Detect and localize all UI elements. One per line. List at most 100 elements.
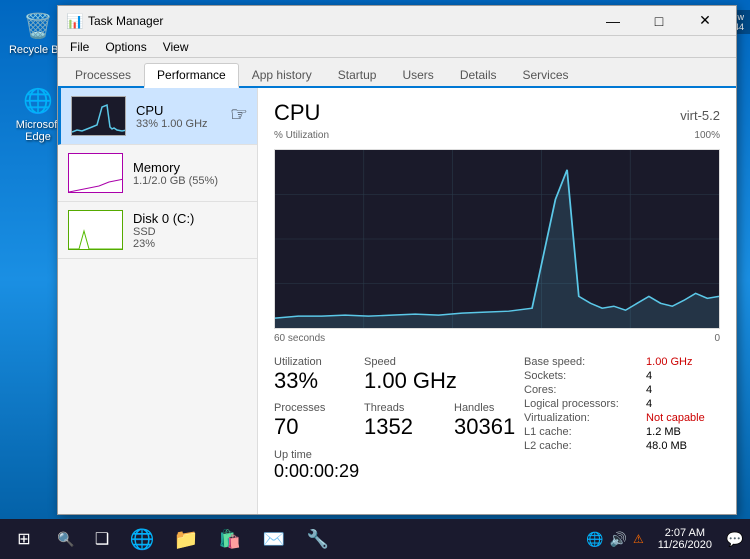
chart-100-label: 100% xyxy=(694,130,720,141)
chart-top-labels: % Utilization 100% xyxy=(274,130,720,141)
l2-val: 48.0 MB xyxy=(646,440,720,452)
cpu-name: CPU xyxy=(136,103,247,118)
sockets-val: 4 xyxy=(646,370,720,382)
task-manager-window: 📊 Task Manager — □ ✕ File Options View P… xyxy=(57,5,737,515)
logical-key: Logical processors: xyxy=(524,398,634,410)
disk-detail: SSD 23% xyxy=(133,226,247,250)
system-tray: 🌐 🔊 ⚠ xyxy=(584,519,650,559)
uptime-stat: Up time 0:00:00:29 xyxy=(274,449,359,483)
taskbar: ⊞ 🔍 ❑ 🌐 📁 🛍️ ✉️ 🔧 🌐 🔊 ⚠ 2:07 AM 11/26/20… xyxy=(0,519,750,559)
stats-section: Utilization 33% Speed 1.00 GHz Processes… xyxy=(274,356,720,490)
tab-performance[interactable]: Performance xyxy=(144,63,239,88)
zero-label: 0 xyxy=(714,333,720,344)
threads-stat: Threads 1352 xyxy=(364,402,434,440)
menu-options[interactable]: Options xyxy=(97,38,154,56)
cpu-sidebar-item[interactable]: CPU 33% 1.00 GHz xyxy=(58,88,257,145)
info-table: Base speed: 1.00 GHz Sockets: 4 Cores: 4… xyxy=(524,356,720,452)
cpu-panel-header: CPU virt-5.2 xyxy=(274,100,720,126)
uptime-stat-value: 0:00:00:29 xyxy=(274,461,359,483)
handles-stat: Handles 30361 xyxy=(454,402,524,440)
close-button[interactable]: ✕ xyxy=(682,6,728,36)
memory-thumbnail xyxy=(68,153,123,193)
clock-date: 11/26/2020 xyxy=(658,539,712,551)
memory-name: Memory xyxy=(133,160,247,175)
utilization-stat-value: 33% xyxy=(274,368,344,394)
cpu-thumbnail xyxy=(71,96,126,136)
search-button[interactable]: 🔍 xyxy=(48,519,84,559)
taskbar-edge[interactable]: 🌐 xyxy=(120,519,164,559)
notification-button[interactable]: 💬 xyxy=(720,519,750,559)
memory-sidebar-item[interactable]: Memory 1.1/2.0 GB (55%) xyxy=(58,145,257,202)
processes-stat-value: 70 xyxy=(274,414,344,440)
network-icon[interactable]: 🌐 xyxy=(584,531,605,548)
disk-sidebar-item[interactable]: Disk 0 (C:) SSD 23% xyxy=(58,202,257,259)
menu-view[interactable]: View xyxy=(155,38,197,56)
processes-stat-label: Processes xyxy=(274,402,344,414)
taskbar-apps: 🌐 📁 🛍️ ✉️ 🔧 xyxy=(120,519,584,559)
seconds-label: 60 seconds xyxy=(274,333,325,344)
base-speed-val: 1.00 GHz xyxy=(646,356,720,368)
cpu-detail-panel: CPU virt-5.2 % Utilization 100% xyxy=(258,88,736,514)
tab-services[interactable]: Services xyxy=(510,63,582,86)
memory-info: Memory 1.1/2.0 GB (55%) xyxy=(133,160,247,187)
handles-stat-value: 30361 xyxy=(454,414,524,440)
maximize-button[interactable]: □ xyxy=(636,6,682,36)
menu-bar: File Options View xyxy=(58,36,736,58)
taskbar-store[interactable]: 🛍️ xyxy=(208,519,252,559)
system-clock[interactable]: 2:07 AM 11/26/2020 xyxy=(650,519,720,559)
tab-bar: Processes Performance App history Startu… xyxy=(58,58,736,88)
tab-users[interactable]: Users xyxy=(389,63,446,86)
utilization-stat-label: Utilization xyxy=(274,356,344,368)
stats-left: Utilization 33% Speed 1.00 GHz Processes… xyxy=(274,356,524,490)
cpu-info-grid: Base speed: 1.00 GHz Sockets: 4 Cores: 4… xyxy=(524,356,720,490)
l2-key: L2 cache: xyxy=(524,440,634,452)
speed-stat-label: Speed xyxy=(364,356,457,368)
disk-info: Disk 0 (C:) SSD 23% xyxy=(133,211,247,250)
cpu-panel-subtitle: virt-5.2 xyxy=(680,108,720,123)
minimize-button[interactable]: — xyxy=(590,6,636,36)
threads-stat-label: Threads xyxy=(364,402,434,414)
l1-val: 1.2 MB xyxy=(646,426,720,438)
taskbar-explorer[interactable]: 📁 xyxy=(164,519,208,559)
utilization-stat: Utilization 33% xyxy=(274,356,344,394)
processes-stat: Processes 70 xyxy=(274,402,344,440)
menu-file[interactable]: File xyxy=(62,38,97,56)
base-speed-key: Base speed: xyxy=(524,356,634,368)
uptime-row: Up time 0:00:00:29 xyxy=(274,449,524,483)
handles-stat-label: Handles xyxy=(454,402,524,414)
cpu-panel-title: CPU xyxy=(274,100,320,126)
speed-stat: Speed 1.00 GHz xyxy=(364,356,457,394)
disk-thumbnail xyxy=(68,210,123,250)
start-button[interactable]: ⊞ xyxy=(0,519,48,559)
utilization-speed-row: Utilization 33% Speed 1.00 GHz xyxy=(274,356,524,394)
threads-stat-value: 1352 xyxy=(364,414,434,440)
virtualization-val: Not capable xyxy=(646,412,720,424)
taskbar-settings2[interactable]: 🔧 xyxy=(296,519,340,559)
window-controls: — □ ✕ xyxy=(590,6,728,36)
speed-stat-value: 1.00 GHz xyxy=(364,368,457,394)
warning-icon[interactable]: ⚠ xyxy=(631,532,646,546)
volume-icon[interactable]: 🔊 xyxy=(608,531,629,548)
title-bar: 📊 Task Manager — □ ✕ xyxy=(58,6,736,36)
virtualization-key: Virtualization: xyxy=(524,412,634,424)
uptime-stat-label: Up time xyxy=(274,449,359,461)
tab-startup[interactable]: Startup xyxy=(325,63,390,86)
clock-time: 2:07 AM xyxy=(665,527,705,539)
task-manager-icon: 📊 xyxy=(66,13,82,29)
process-thread-row: Processes 70 Threads 1352 Handles 30361 xyxy=(274,402,524,440)
resource-list: CPU 33% 1.00 GHz Memory 1.1/2.0 GB (55%) xyxy=(58,88,258,514)
tab-processes[interactable]: Processes xyxy=(62,63,144,86)
taskbar-mail[interactable]: ✉️ xyxy=(252,519,296,559)
cores-key: Cores: xyxy=(524,384,634,396)
memory-detail: 1.1/2.0 GB (55%) xyxy=(133,175,247,187)
cpu-info: CPU 33% 1.00 GHz xyxy=(136,103,247,130)
utilization-label: % Utilization xyxy=(274,130,329,141)
cpu-chart xyxy=(274,149,720,329)
l1-key: L1 cache: xyxy=(524,426,634,438)
tab-details[interactable]: Details xyxy=(447,63,510,86)
task-view-button[interactable]: ❑ xyxy=(84,519,120,559)
main-content: CPU 33% 1.00 GHz Memory 1.1/2.0 GB (55%) xyxy=(58,88,736,514)
chart-bottom-labels: 60 seconds 0 xyxy=(274,333,720,344)
cores-val: 4 xyxy=(646,384,720,396)
tab-app-history[interactable]: App history xyxy=(239,63,325,86)
